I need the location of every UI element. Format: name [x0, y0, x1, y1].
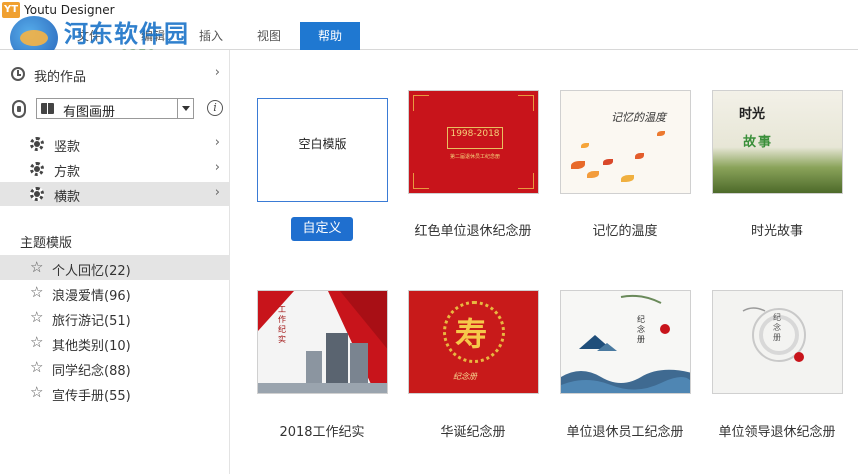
lock-icon[interactable]	[12, 100, 26, 118]
leaf-icon	[621, 175, 634, 182]
blank-template-card[interactable]: 空白模版	[257, 98, 388, 202]
leaf-icon	[571, 161, 585, 169]
star-outline-icon: ☆	[30, 383, 44, 401]
thumb-title: 纪念册	[637, 315, 645, 344]
clock-icon	[11, 67, 25, 81]
star-outline-icon: ☆	[30, 308, 44, 326]
thumb-title: 工作纪实	[278, 305, 286, 344]
menu-file[interactable]: 文件	[66, 22, 112, 50]
template-thumbnail[interactable]: 记忆的温度	[560, 90, 691, 194]
thumb-subtitle: 故事	[743, 135, 774, 150]
star-outline-icon: ☆	[30, 258, 44, 276]
custom-button[interactable]: 自定义	[291, 217, 353, 241]
blank-template-text: 空白模版	[298, 137, 347, 151]
thumb-title: 时光	[739, 107, 766, 122]
app-logo-icon: YT	[2, 2, 20, 18]
thumb-title: 1998-2018	[450, 129, 500, 139]
theme-section-title: 主题模版	[20, 236, 73, 251]
sidebar: 我的作品 › 有图画册 i 竖款 › 方款 › 横款 › 主题模版 ☆ 个人回忆…	[0, 50, 230, 474]
template-label: 单位领导退休纪念册	[718, 425, 836, 440]
template-thumbnail[interactable]: 纪念册	[560, 290, 691, 394]
title-bar: YT Youtu Designer	[0, 0, 858, 22]
gear-icon	[30, 187, 44, 201]
album-type-value: 有图画册	[63, 105, 116, 120]
menu-bar: 文件 编辑 插入 视图 帮助	[0, 22, 858, 50]
thumb-title: 寿	[455, 315, 488, 353]
info-icon[interactable]: i	[207, 100, 223, 116]
chevron-right-icon: ›	[214, 185, 220, 200]
leaf-icon	[603, 159, 613, 165]
theme-item-label: 个人回忆(22)	[52, 264, 131, 279]
sidebar-item-label: 竖款	[54, 140, 81, 155]
corner-ornament	[413, 95, 429, 111]
gear-icon	[30, 162, 44, 176]
corner-ornament	[518, 95, 534, 111]
menu-edit[interactable]: 编辑	[130, 22, 176, 50]
star-outline-icon: ☆	[30, 333, 44, 351]
theme-item-label: 浪漫爱情(96)	[52, 289, 131, 304]
template-label: 2018工作纪实	[279, 425, 365, 440]
album-type-row: 有图画册 i	[0, 98, 230, 120]
chevron-right-icon: ›	[214, 160, 220, 175]
thumb-title: 记忆的温度	[611, 111, 666, 124]
dropdown-arrow-icon[interactable]	[177, 99, 193, 118]
leaf-icon	[587, 171, 599, 178]
corner-ornament	[518, 173, 534, 189]
template-thumbnail[interactable]: 工作纪实	[257, 290, 388, 394]
theme-item-label: 同学纪念(88)	[52, 364, 131, 379]
retire-thumb-graphic	[561, 294, 690, 393]
template-label: 时光故事	[750, 224, 803, 239]
theme-item[interactable]: ☆ 浪漫爱情(96)	[0, 280, 230, 305]
corner-ornament	[413, 173, 429, 189]
leaf-icon	[635, 153, 644, 159]
leaf-icon	[581, 143, 589, 148]
theme-item[interactable]: ☆ 宣传手册(55)	[0, 380, 230, 405]
theme-item-label: 其他类别(10)	[52, 339, 131, 354]
sidebar-item-landscape[interactable]: 横款 ›	[0, 182, 230, 206]
template-label: 红色单位退休纪念册	[414, 224, 532, 239]
gear-icon	[30, 137, 44, 151]
template-label: 记忆的温度	[592, 224, 658, 239]
thumb-subtitle: 第二届退休员工纪念册	[449, 154, 500, 160]
template-thumbnail[interactable]: 寿 纪念册	[408, 290, 539, 394]
book-icon	[41, 103, 54, 114]
theme-item[interactable]: ☆ 旅行游记(51)	[0, 305, 230, 330]
thumb-title: 纪念册	[773, 313, 781, 342]
theme-item[interactable]: ☆ 个人回忆(22)	[0, 255, 230, 280]
theme-item-label: 旅行游记(51)	[52, 314, 131, 329]
theme-item[interactable]: ☆ 同学纪念(88)	[0, 355, 230, 380]
chevron-right-icon: ›	[214, 65, 220, 80]
template-thumbnail[interactable]: 时光 故事	[712, 90, 843, 194]
chevron-right-icon: ›	[214, 135, 220, 150]
leaf-icon	[657, 131, 665, 136]
template-label: 单位退休员工纪念册	[566, 425, 684, 440]
theme-item-label: 宣传手册(55)	[52, 389, 131, 404]
app-window: YT Youtu Designer 文件 编辑 插入 视图 帮助 河东软件园 w…	[0, 0, 858, 474]
album-type-dropdown[interactable]: 有图画册	[36, 98, 194, 120]
template-thumbnail[interactable]: 1998-2018 第二届退休员工纪念册	[408, 90, 539, 194]
menu-insert[interactable]: 插入	[188, 22, 234, 50]
star-outline-icon: ☆	[30, 283, 44, 301]
sidebar-item-label: 方款	[54, 165, 81, 180]
thumb-subtitle: 纪念册	[453, 372, 477, 381]
theme-item[interactable]: ☆ 其他类别(10)	[0, 330, 230, 355]
template-label: 华诞纪念册	[440, 425, 506, 440]
window-title: Youtu Designer	[24, 3, 115, 17]
menu-help[interactable]: 帮助	[300, 22, 360, 50]
sidebar-my-works[interactable]: 我的作品 ›	[0, 62, 230, 86]
template-thumbnail[interactable]: 纪念册	[712, 290, 843, 394]
star-outline-icon: ☆	[30, 358, 44, 376]
menu-view[interactable]: 视图	[246, 22, 292, 50]
sidebar-item-label: 横款	[54, 190, 81, 205]
sidebar-item-square[interactable]: 方款 ›	[0, 157, 230, 181]
sidebar-item-portrait[interactable]: 竖款 ›	[0, 132, 230, 156]
sidebar-my-works-label: 我的作品	[34, 70, 87, 85]
